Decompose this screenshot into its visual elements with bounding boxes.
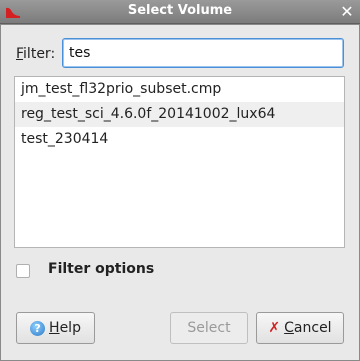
close-icon[interactable]: ✕ (338, 3, 356, 21)
cancel-button[interactable]: ✗ Cancel (256, 312, 344, 344)
list-item[interactable]: test_230414 (15, 127, 344, 152)
filter-options-label[interactable]: Filter options (48, 261, 154, 277)
cancel-icon: ✗ (268, 320, 281, 336)
list-item[interactable]: jm_test_fl32prio_subset.cmp (15, 77, 344, 102)
list-item[interactable]: reg_test_sci_4.6.0f_20141002_lux64 (15, 102, 344, 127)
title-bar: Select Volume ✕ (0, 0, 360, 24)
select-button[interactable]: Select (170, 312, 248, 344)
filter-label: Filter: (16, 46, 56, 62)
filter-input[interactable] (62, 38, 344, 68)
select-label: Select (187, 320, 231, 336)
filter-options-checkbox[interactable] (16, 264, 30, 278)
help-label: Help (49, 320, 81, 336)
help-icon: ? (30, 320, 46, 336)
cancel-label: Cancel (284, 320, 332, 336)
help-button[interactable]: ? Help (16, 312, 95, 344)
volume-list[interactable]: jm_test_fl32prio_subset.cmp reg_test_sci… (14, 76, 345, 248)
window-title: Select Volume (127, 3, 233, 18)
